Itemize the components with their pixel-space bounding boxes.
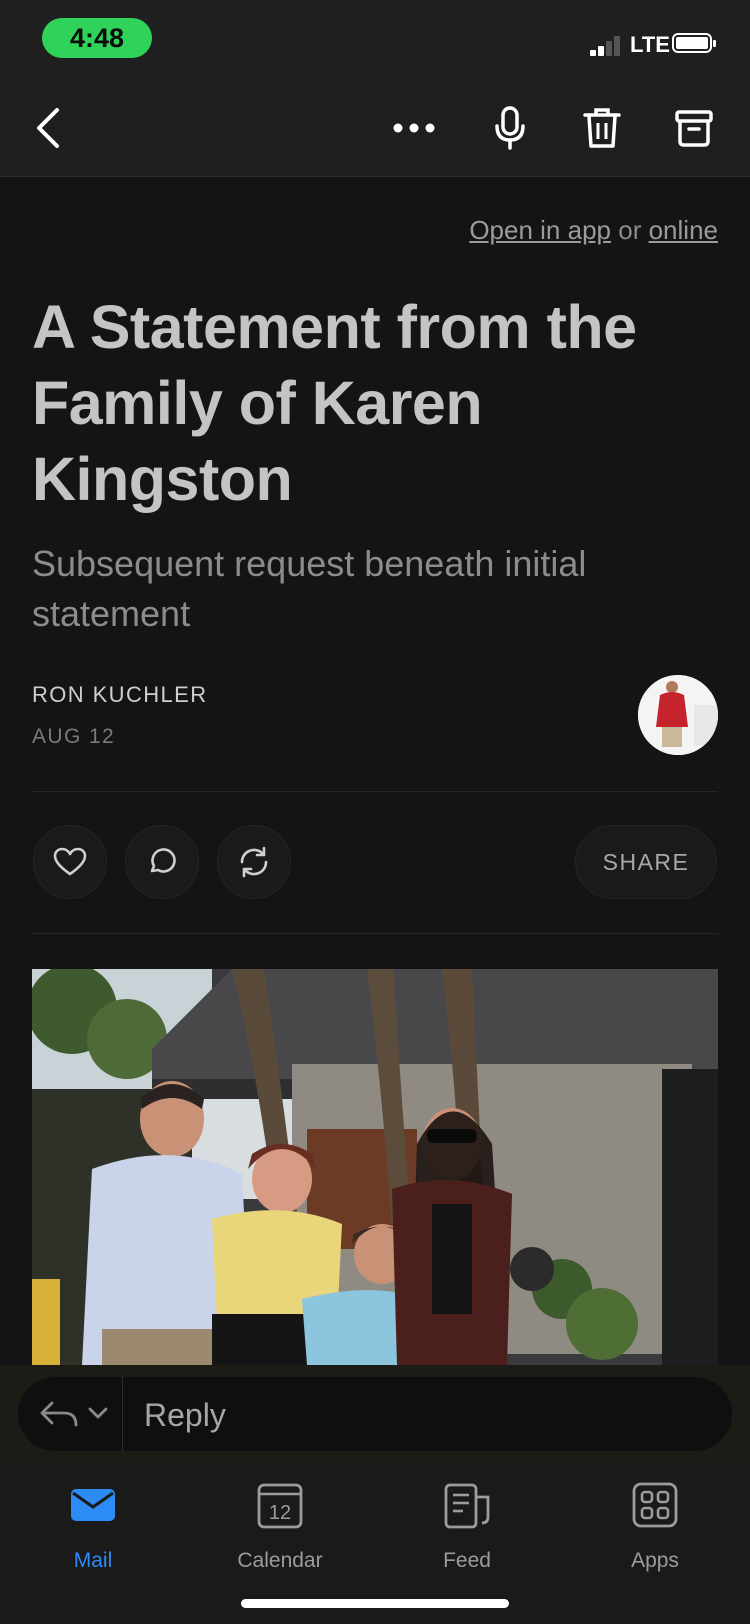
post-image[interactable] bbox=[32, 969, 718, 1365]
or-text: or bbox=[618, 215, 642, 245]
back-button[interactable] bbox=[22, 102, 74, 154]
divider bbox=[32, 791, 718, 792]
post-subtitle: Subsequent request beneath initial state… bbox=[32, 543, 587, 634]
divider bbox=[32, 933, 718, 934]
reply-bar[interactable]: Reply bbox=[18, 1377, 732, 1451]
chevron-left-icon bbox=[37, 108, 59, 148]
calendar-icon: 12 bbox=[257, 1483, 303, 1529]
archive-icon bbox=[675, 110, 713, 147]
more-horizontal-icon bbox=[393, 123, 435, 133]
tab-label: Calendar bbox=[237, 1549, 323, 1572]
feed-icon bbox=[444, 1483, 490, 1529]
avatar[interactable] bbox=[638, 675, 718, 755]
reply-input[interactable]: Reply bbox=[144, 1397, 226, 1434]
tab-label: Feed bbox=[443, 1549, 491, 1572]
tab-calendar[interactable]: 12 Calendar bbox=[220, 1481, 340, 1581]
calendar-day: 12 bbox=[269, 1502, 291, 1524]
home-indicator[interactable] bbox=[241, 1599, 509, 1608]
tab-mail[interactable]: Mail bbox=[33, 1481, 153, 1581]
apps-grid-icon bbox=[632, 1482, 678, 1528]
repost-icon bbox=[240, 846, 268, 878]
open-online-link[interactable]: online bbox=[649, 215, 718, 245]
signal-icon bbox=[590, 36, 626, 56]
status-bar: 4:48 LTE bbox=[0, 0, 750, 80]
open-links: Open in app or online bbox=[469, 215, 718, 246]
reply-options-icon[interactable] bbox=[38, 1399, 108, 1429]
battery-icon bbox=[672, 33, 716, 53]
post-date: AUG 12 bbox=[32, 725, 116, 748]
share-button[interactable]: SHARE bbox=[575, 825, 717, 899]
trash-icon bbox=[583, 108, 621, 148]
network-type: LTE bbox=[630, 32, 670, 57]
open-in-app-link[interactable]: Open in app bbox=[469, 215, 611, 245]
like-button[interactable] bbox=[33, 825, 107, 899]
dictate-button[interactable] bbox=[484, 102, 536, 154]
reply-area: Reply bbox=[0, 1365, 750, 1463]
family-photo bbox=[32, 969, 718, 1365]
status-time: 4:48 bbox=[42, 18, 152, 58]
more-button[interactable] bbox=[388, 102, 440, 154]
tab-label: Apps bbox=[631, 1549, 679, 1572]
author-photo bbox=[638, 675, 718, 755]
tab-label: Mail bbox=[73, 1549, 113, 1572]
delete-button[interactable] bbox=[576, 102, 628, 154]
comment-button[interactable] bbox=[125, 825, 199, 899]
reply-separator bbox=[122, 1377, 123, 1451]
email-toolbar bbox=[0, 80, 750, 177]
microphone-icon bbox=[495, 106, 525, 150]
comment-icon bbox=[150, 848, 176, 873]
mail-icon bbox=[71, 1489, 115, 1521]
post-title[interactable]: A Statement from the Family of Karen Kin… bbox=[32, 289, 722, 517]
tab-feed[interactable]: Feed bbox=[407, 1481, 527, 1581]
tab-apps[interactable]: Apps bbox=[595, 1481, 715, 1581]
archive-button[interactable] bbox=[668, 102, 720, 154]
restack-button[interactable] bbox=[217, 825, 291, 899]
email-body: Open in app or online A Statement from t… bbox=[0, 177, 750, 1365]
heart-icon bbox=[53, 847, 87, 876]
author-name[interactable]: RON KUCHLER bbox=[32, 682, 208, 708]
